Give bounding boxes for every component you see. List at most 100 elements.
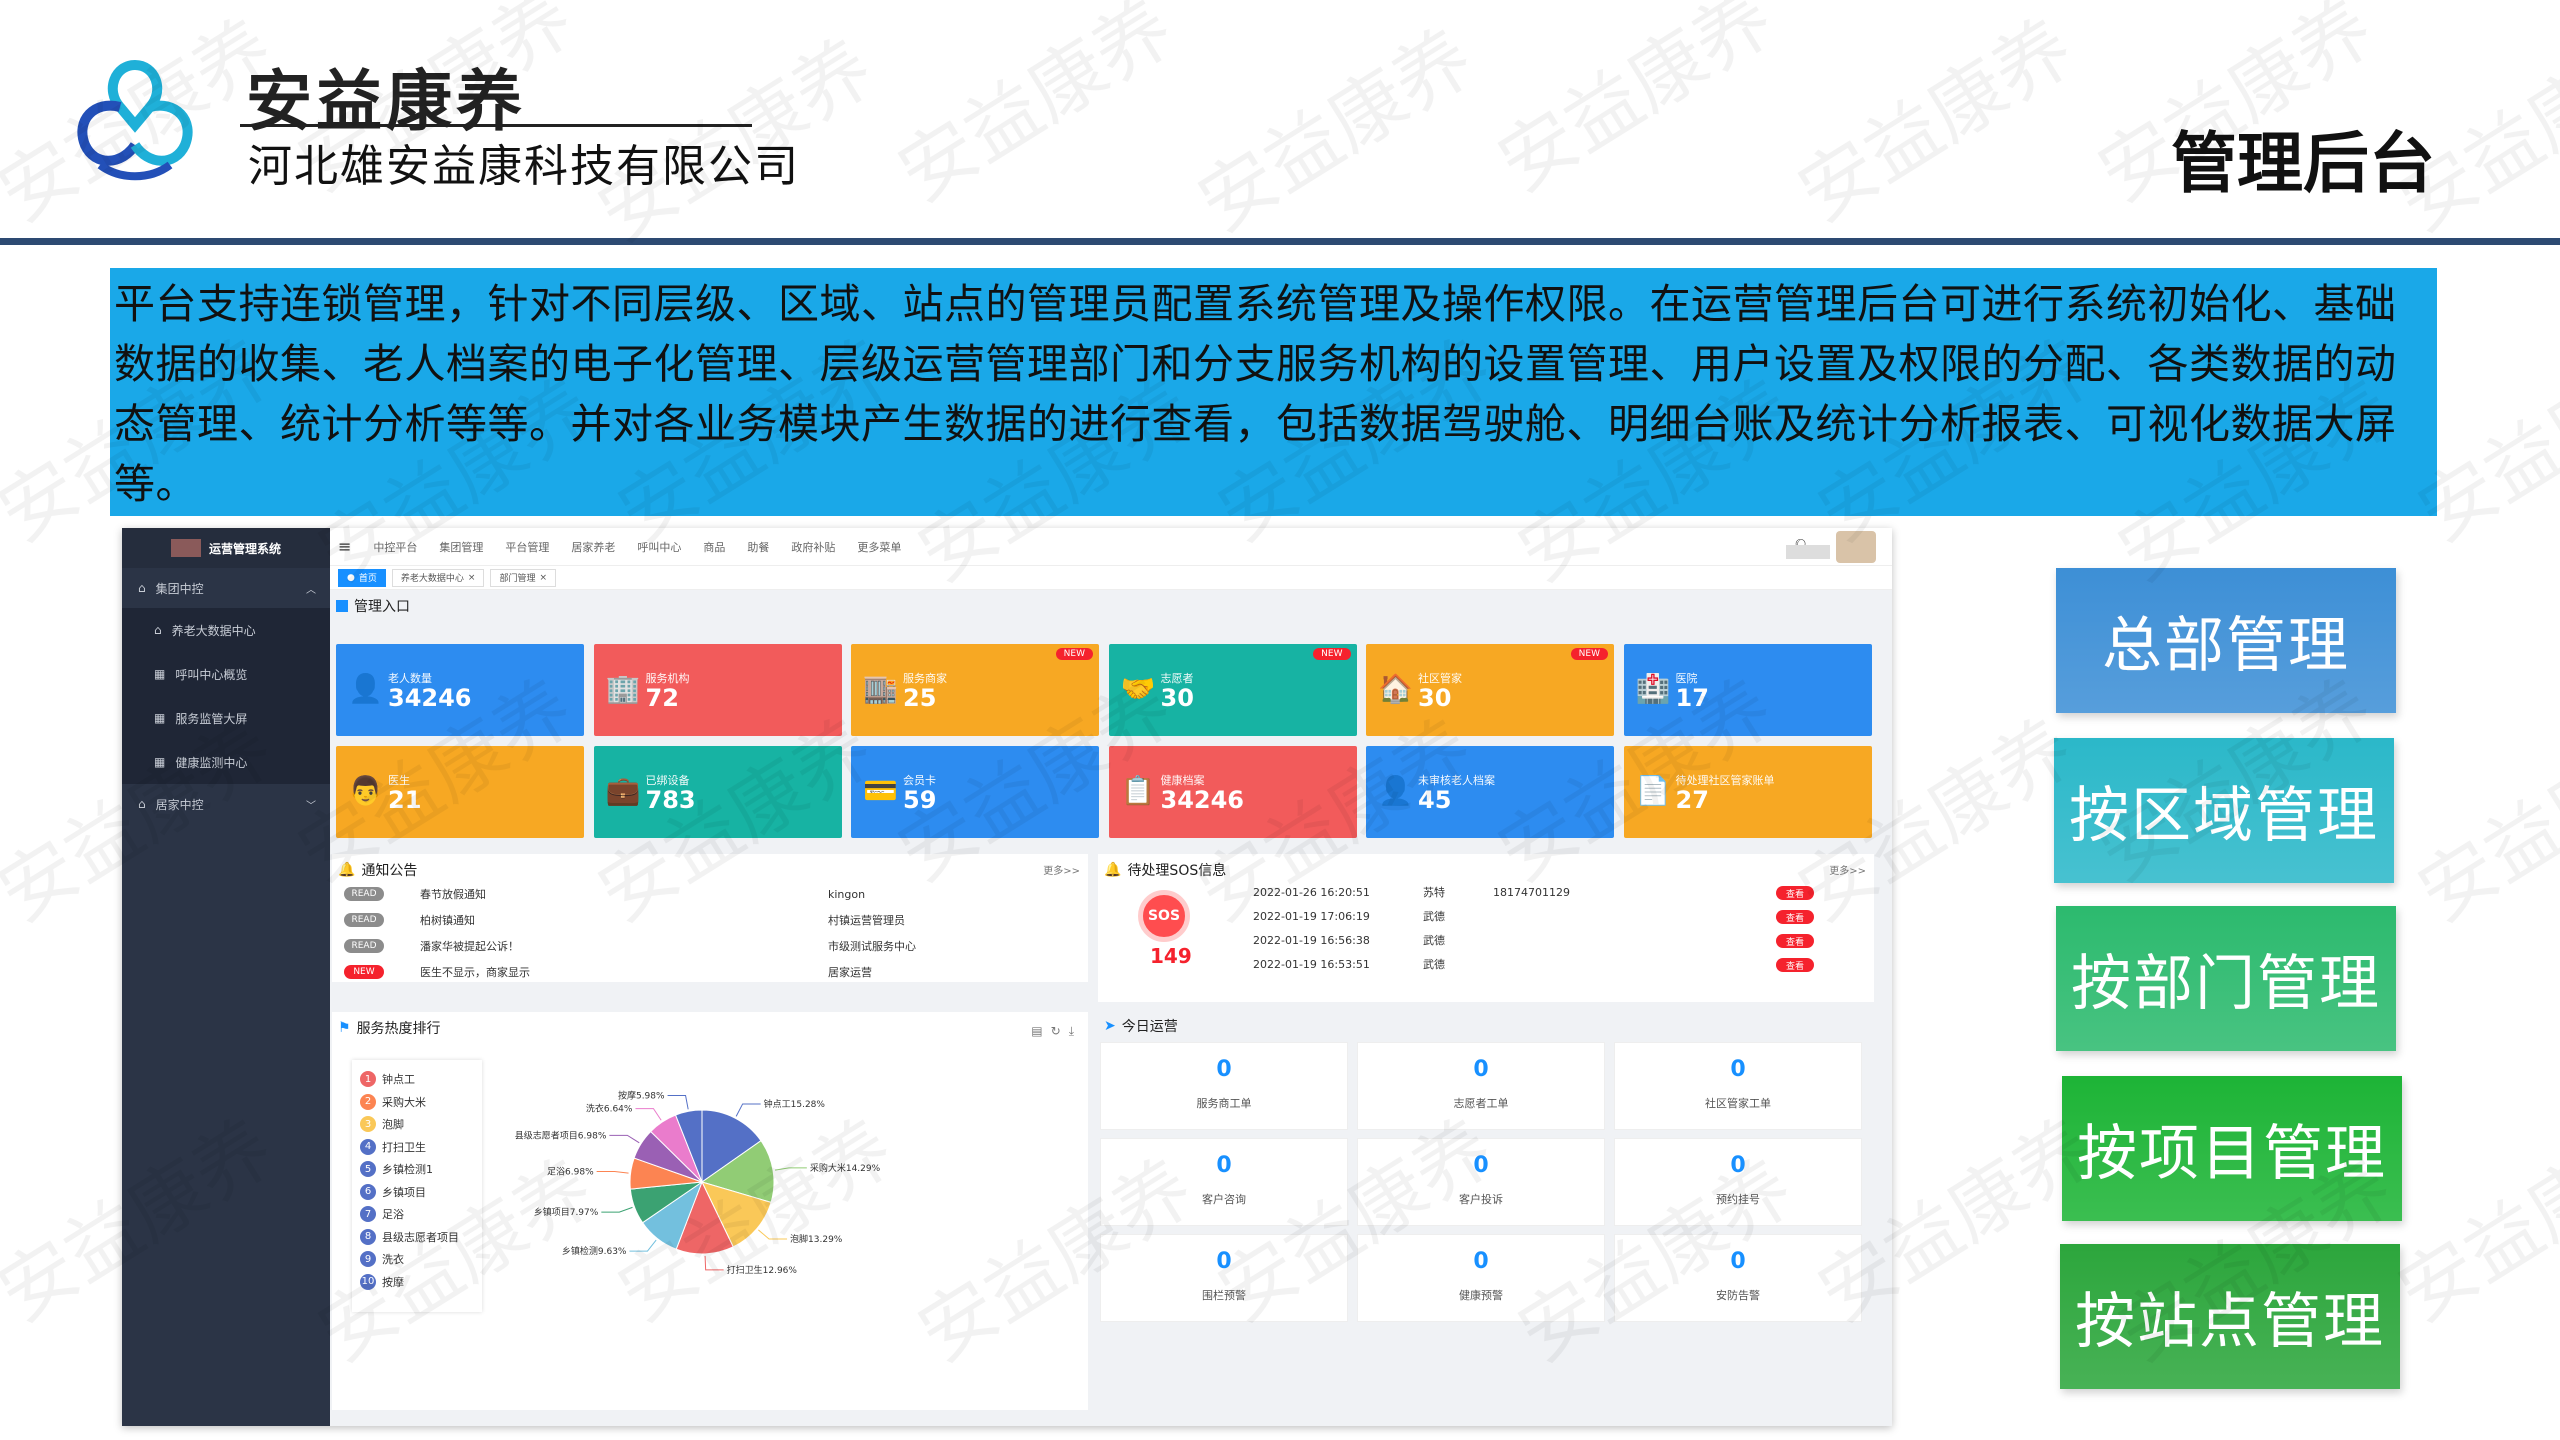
- sos-time: 2022-01-19 16:53:51: [1253, 957, 1370, 971]
- mgmt-button-3[interactable]: 按项目管理: [2062, 1076, 2402, 1221]
- tab-dept[interactable]: 部门管理 ×: [490, 568, 556, 587]
- topnav-item[interactable]: 政府补贴: [791, 539, 835, 555]
- view-button[interactable]: 查看: [1776, 910, 1814, 924]
- sidebar-item-label: 健康监测中心: [175, 755, 248, 770]
- data-view-icon[interactable]: ▤: [1031, 1024, 1042, 1039]
- mgmt-button-1[interactable]: 按区域管理: [2054, 738, 2394, 883]
- chevron-down-icon: ﹀: [306, 800, 316, 812]
- legend-item[interactable]: 1 钟点工: [360, 1068, 474, 1091]
- tab-label: 部门管理: [499, 574, 536, 584]
- entry-card[interactable]: 👨 医生 21: [336, 746, 584, 838]
- today-stat[interactable]: 0 服务商工单: [1100, 1042, 1348, 1130]
- sos-time: 2022-01-26 16:20:51: [1253, 885, 1370, 899]
- legend-item[interactable]: 7 足浴: [360, 1203, 474, 1226]
- sidebar-item-2[interactable]: ▦ 服务监管大屏: [122, 696, 330, 740]
- stat-label: 安防告警: [1716, 1289, 1760, 1302]
- legend-item[interactable]: 4 打扫卫生: [360, 1136, 474, 1159]
- tab-bigdata[interactable]: 养老大数据中心 ×: [391, 568, 485, 587]
- entry-card[interactable]: 💳 会员卡 59: [851, 746, 1099, 838]
- sidebar-group-0[interactable]: ⌂ 集团中控 ︿: [122, 568, 330, 608]
- entry-card[interactable]: 👤 未审核老人档案 45: [1366, 746, 1614, 838]
- topnav-item[interactable]: 助餐: [747, 539, 769, 555]
- close-icon[interactable]: ×: [468, 573, 476, 583]
- stat-label: 围栏预警: [1202, 1289, 1246, 1302]
- entry-card[interactable]: 🏠 社区管家 30 NEW: [1366, 644, 1614, 736]
- notice-row[interactable]: READ 春节放假通知 kingon: [344, 886, 1064, 902]
- entry-card[interactable]: 🏥 医院 17: [1623, 644, 1872, 736]
- legend-label: 县级志愿者项目: [382, 1230, 459, 1244]
- download-icon[interactable]: ⤓: [1069, 1024, 1074, 1039]
- notice-row[interactable]: READ 柏树镇通知 村镇运营管理员: [344, 912, 1064, 928]
- card-icon: 📋: [1120, 774, 1156, 807]
- grid-icon: ▦: [154, 667, 166, 681]
- notice-row[interactable]: READ 潘家华被提起公诉！ 市级测试服务中心: [344, 938, 1064, 954]
- legend-item[interactable]: 5 乡镇检测1: [360, 1158, 474, 1181]
- sidebar-item-1[interactable]: ▦ 呼叫中心概览: [122, 652, 330, 696]
- card-value: 17: [1675, 684, 1709, 712]
- mgmt-button-4[interactable]: 按站点管理: [2060, 1244, 2400, 1389]
- legend-item[interactable]: 10 按摩: [360, 1271, 474, 1294]
- sidebar-item-3[interactable]: ▦ 健康监测中心: [122, 740, 330, 784]
- view-button[interactable]: 查看: [1776, 886, 1814, 900]
- sos-time: 2022-01-19 16:56:38: [1253, 933, 1370, 947]
- entry-card[interactable]: 📄 待处理社区管家账单 27: [1623, 746, 1872, 838]
- legend-item[interactable]: 3 泡脚: [360, 1113, 474, 1136]
- notice-title: 柏树镇通知: [420, 914, 475, 927]
- entry-card[interactable]: 📋 健康档案 34246: [1108, 746, 1357, 838]
- entry-card[interactable]: 🏢 服务机构 72: [593, 644, 842, 736]
- mgmt-button-0[interactable]: 总部管理: [2056, 568, 2396, 713]
- topnav-item[interactable]: 更多菜单: [857, 539, 901, 555]
- legend-item[interactable]: 9 洗衣: [360, 1248, 474, 1271]
- entry-card[interactable]: 🤝 志愿者 30 NEW: [1108, 644, 1357, 736]
- topnav-item[interactable]: 居家养老: [571, 539, 615, 555]
- stat-value: 0: [1730, 1057, 1746, 1082]
- sidebar-group-1[interactable]: ⌂ 居家中控 ﹀: [122, 784, 330, 824]
- today-stat[interactable]: 0 健康预警: [1357, 1234, 1605, 1322]
- pie-label: 县级志愿者项目6.98%: [515, 1129, 607, 1141]
- entry-card[interactable]: 🏬 服务商家 25 NEW: [851, 644, 1099, 736]
- today-stat[interactable]: 0 客户咨询: [1100, 1138, 1348, 1226]
- tab-home[interactable]: ● 首页: [338, 568, 386, 587]
- grid-icon: ▦: [154, 711, 166, 725]
- topnav-item[interactable]: 平台管理: [505, 539, 549, 555]
- entry-card[interactable]: 💼 已绑设备 783: [593, 746, 842, 838]
- legend-item[interactable]: 6 乡镇项目: [360, 1181, 474, 1204]
- topnav-item[interactable]: 集团管理: [439, 539, 483, 555]
- refresh-icon[interactable]: ↻: [1051, 1024, 1061, 1039]
- pie-label: 洗衣6.64%: [586, 1103, 633, 1115]
- topnav-item[interactable]: 中控平台: [373, 539, 417, 555]
- chart-toolbar: ▤ ↻ ⤓: [1031, 1024, 1074, 1039]
- menu-toggle-icon[interactable]: ≡: [338, 537, 351, 556]
- avatar[interactable]: [1786, 530, 1876, 563]
- legend-rank: 5: [360, 1161, 376, 1178]
- notice-row[interactable]: NEW 医生不显示，商家显示 居家运营: [344, 964, 1064, 980]
- notice-more-link[interactable]: 更多>>: [1043, 862, 1080, 877]
- view-button[interactable]: 查看: [1776, 958, 1814, 972]
- mgmt-button-2[interactable]: 按部门管理: [2056, 906, 2396, 1051]
- topnav-item[interactable]: 商品: [703, 539, 725, 555]
- sidebar-item-0[interactable]: ⌂ 养老大数据中心: [122, 608, 330, 652]
- today-stat[interactable]: 0 安防告警: [1614, 1234, 1862, 1322]
- today-stat[interactable]: 0 志愿者工单: [1357, 1042, 1605, 1130]
- sos-row: 2022-01-19 16:53:51 武德: [1253, 956, 1853, 972]
- today-stat[interactable]: 0 围栏预警: [1100, 1234, 1348, 1322]
- entry-card[interactable]: 👤 老人数量 34246: [336, 644, 584, 736]
- topnav-item[interactable]: 呼叫中心: [637, 539, 681, 555]
- today-stat[interactable]: 0 客户投诉: [1357, 1138, 1605, 1226]
- view-button[interactable]: 查看: [1776, 934, 1814, 948]
- sos-time: 2022-01-19 17:06:19: [1253, 909, 1370, 923]
- topbar-right: 🔍︎: [1786, 530, 1892, 563]
- legend-item[interactable]: 2 采购大米: [360, 1091, 474, 1114]
- pie-label-line: [596, 1170, 629, 1174]
- sos-person: 武德: [1423, 958, 1445, 971]
- close-icon[interactable]: ×: [539, 573, 547, 583]
- today-stat[interactable]: 0 社区管家工单: [1614, 1042, 1862, 1130]
- legend-item[interactable]: 8 县级志愿者项目: [360, 1226, 474, 1249]
- sos-more-link[interactable]: 更多>>: [1829, 862, 1866, 877]
- new-badge: NEW: [1055, 648, 1093, 660]
- card-icon: 🏠: [1378, 672, 1413, 705]
- bell-icon: 🔔: [338, 862, 356, 878]
- today-stat[interactable]: 0 预约挂号: [1614, 1138, 1862, 1226]
- tab-bar: ● 首页 养老大数据中心 × 部门管理 ×: [330, 566, 1892, 590]
- pie-label: 采购大米14.29%: [810, 1162, 881, 1174]
